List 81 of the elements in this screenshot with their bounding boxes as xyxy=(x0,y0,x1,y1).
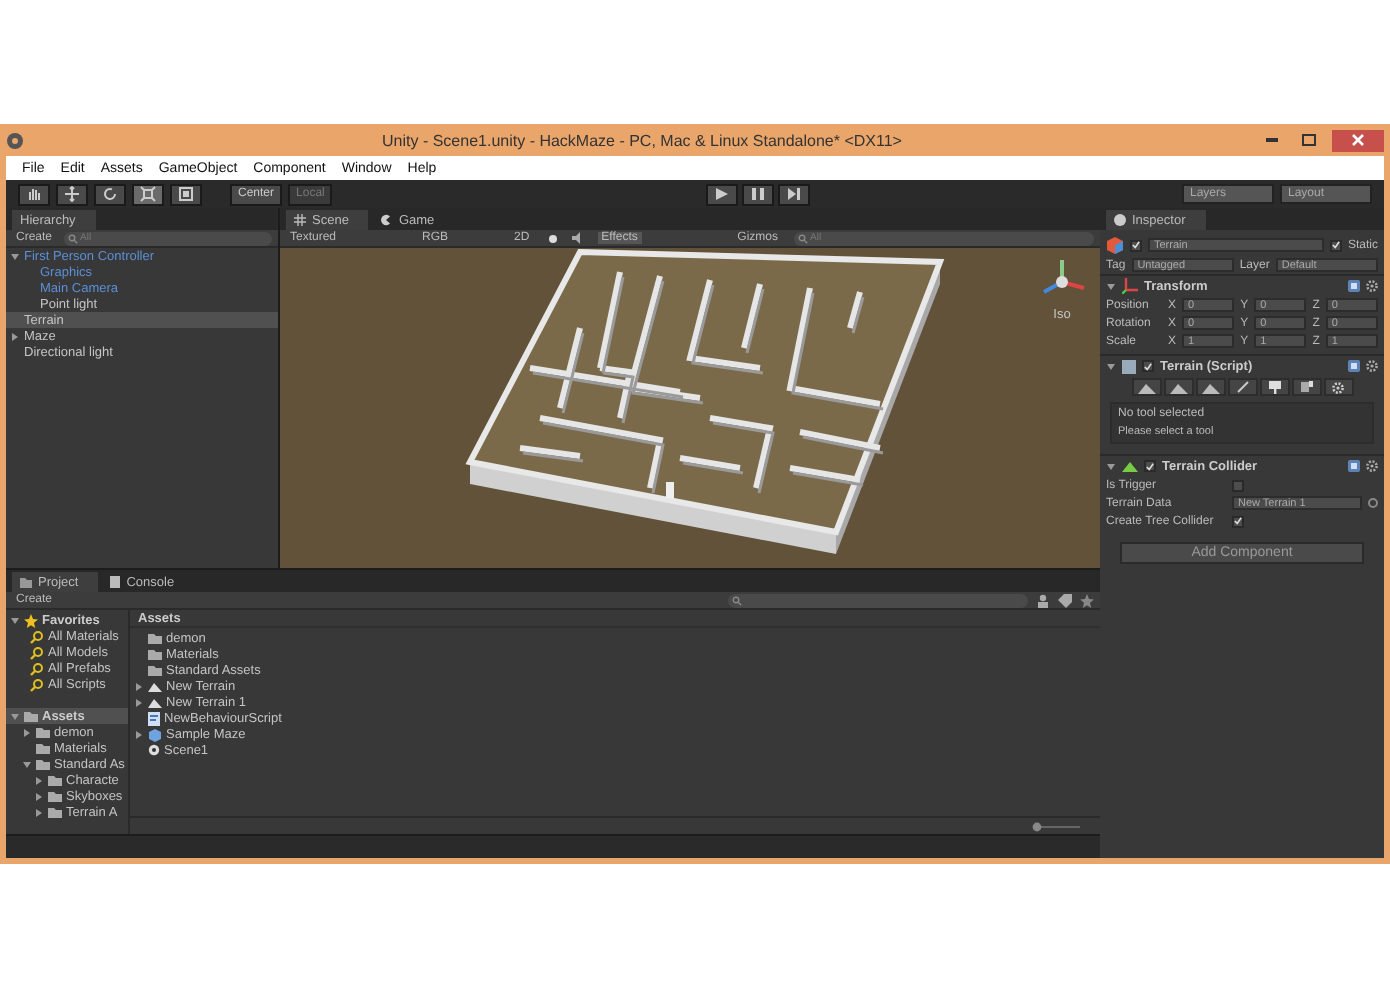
search-field[interactable] xyxy=(728,593,1028,607)
move-arrows-icon xyxy=(64,186,80,202)
console-icon xyxy=(110,576,121,588)
terrain-tool-button[interactable] xyxy=(1259,378,1289,396)
minimize-icon xyxy=(1266,138,1278,142)
pause-icon xyxy=(751,188,764,200)
unity-logo-icon xyxy=(6,131,24,149)
gear-icon[interactable] xyxy=(1366,460,1378,472)
close-button[interactable] xyxy=(1332,129,1384,151)
pause-button[interactable] xyxy=(741,183,774,205)
tool-button[interactable] xyxy=(18,183,50,205)
terrain-tool-button[interactable] xyxy=(1131,378,1161,396)
close-icon xyxy=(1352,134,1364,146)
search-icon xyxy=(68,233,79,243)
tool-button[interactable] xyxy=(94,183,126,205)
terrain-tool-button[interactable] xyxy=(1323,378,1353,396)
search-icon xyxy=(732,595,742,605)
tree-arrow-icon[interactable] xyxy=(10,331,20,341)
tree-arrow-icon[interactable] xyxy=(22,727,32,737)
rotate-icon xyxy=(102,186,118,202)
tree-arrow-icon[interactable] xyxy=(134,729,144,739)
tree-arrow-icon[interactable] xyxy=(1106,461,1116,471)
unity-logo-icon xyxy=(148,744,160,756)
tool-button[interactable] xyxy=(56,183,88,205)
gear-icon[interactable] xyxy=(1332,381,1344,393)
maximize-button[interactable] xyxy=(1296,129,1320,151)
script-file-icon xyxy=(1122,359,1136,373)
help-book-icon[interactable] xyxy=(1348,460,1360,472)
gear-icon[interactable] xyxy=(1366,280,1378,292)
star-icon[interactable] xyxy=(1080,593,1094,607)
terrain-tool-button[interactable] xyxy=(1163,378,1193,396)
tree-arrow-icon[interactable] xyxy=(34,775,44,785)
star-icon xyxy=(24,613,38,627)
play-button[interactable] xyxy=(705,183,738,205)
hand-icon xyxy=(26,186,42,202)
target-icon[interactable] xyxy=(1368,498,1378,508)
zoom-slider-icon[interactable] xyxy=(1032,821,1080,831)
tree-arrow-icon[interactable] xyxy=(1106,281,1116,291)
checkbox[interactable] xyxy=(1232,479,1244,491)
script-file-icon xyxy=(148,711,160,725)
info-icon xyxy=(1114,214,1126,226)
brush-icon xyxy=(1235,380,1249,394)
search-icon xyxy=(798,233,808,243)
flower-icon xyxy=(1299,380,1313,394)
tree-arrow-icon[interactable] xyxy=(10,615,20,625)
scale-icon xyxy=(140,186,156,202)
step-button[interactable] xyxy=(777,183,810,205)
tool-button[interactable] xyxy=(170,183,202,205)
tree-arrow-icon[interactable] xyxy=(34,807,44,817)
pacman-icon xyxy=(380,214,393,226)
step-icon xyxy=(787,188,800,200)
terrain-tool-button[interactable] xyxy=(1291,378,1321,396)
tree-arrow-icon[interactable] xyxy=(10,711,20,721)
folder-icon xyxy=(20,576,32,588)
terrain-tool-button[interactable] xyxy=(1227,378,1257,396)
gear-icon[interactable] xyxy=(1366,360,1378,372)
cube-icon xyxy=(1106,236,1124,254)
tree-icon xyxy=(1267,380,1281,394)
tool-button[interactable] xyxy=(132,183,164,205)
tree-arrow-icon[interactable] xyxy=(22,759,32,769)
terrain-tool-button[interactable] xyxy=(1195,378,1225,396)
grid-icon xyxy=(294,214,306,226)
maximize-icon xyxy=(1301,134,1315,146)
checkbox[interactable] xyxy=(1142,360,1154,372)
checkbox[interactable] xyxy=(1130,239,1142,251)
window-title: Unity - Scene1.unity - HackMaze - PC, Mac & Linux Standalone* <DX11> xyxy=(380,131,904,149)
tree-arrow-icon[interactable] xyxy=(10,251,20,261)
checkbox[interactable] xyxy=(1232,515,1244,527)
sun-icon[interactable] xyxy=(545,231,560,245)
cube-icon xyxy=(148,727,162,741)
tree-arrow-icon[interactable] xyxy=(34,791,44,801)
play-icon xyxy=(715,188,728,200)
tree-arrow-icon[interactable] xyxy=(1106,361,1116,371)
rect-tool-icon xyxy=(178,186,194,202)
terrain-icon xyxy=(1122,460,1138,472)
help-book-icon[interactable] xyxy=(1348,360,1360,372)
axes-icon xyxy=(1122,278,1138,294)
help-book-icon[interactable] xyxy=(1348,280,1360,292)
checkbox[interactable] xyxy=(1329,239,1342,251)
filter-icon[interactable] xyxy=(1036,593,1050,607)
checkbox[interactable] xyxy=(1144,460,1156,472)
